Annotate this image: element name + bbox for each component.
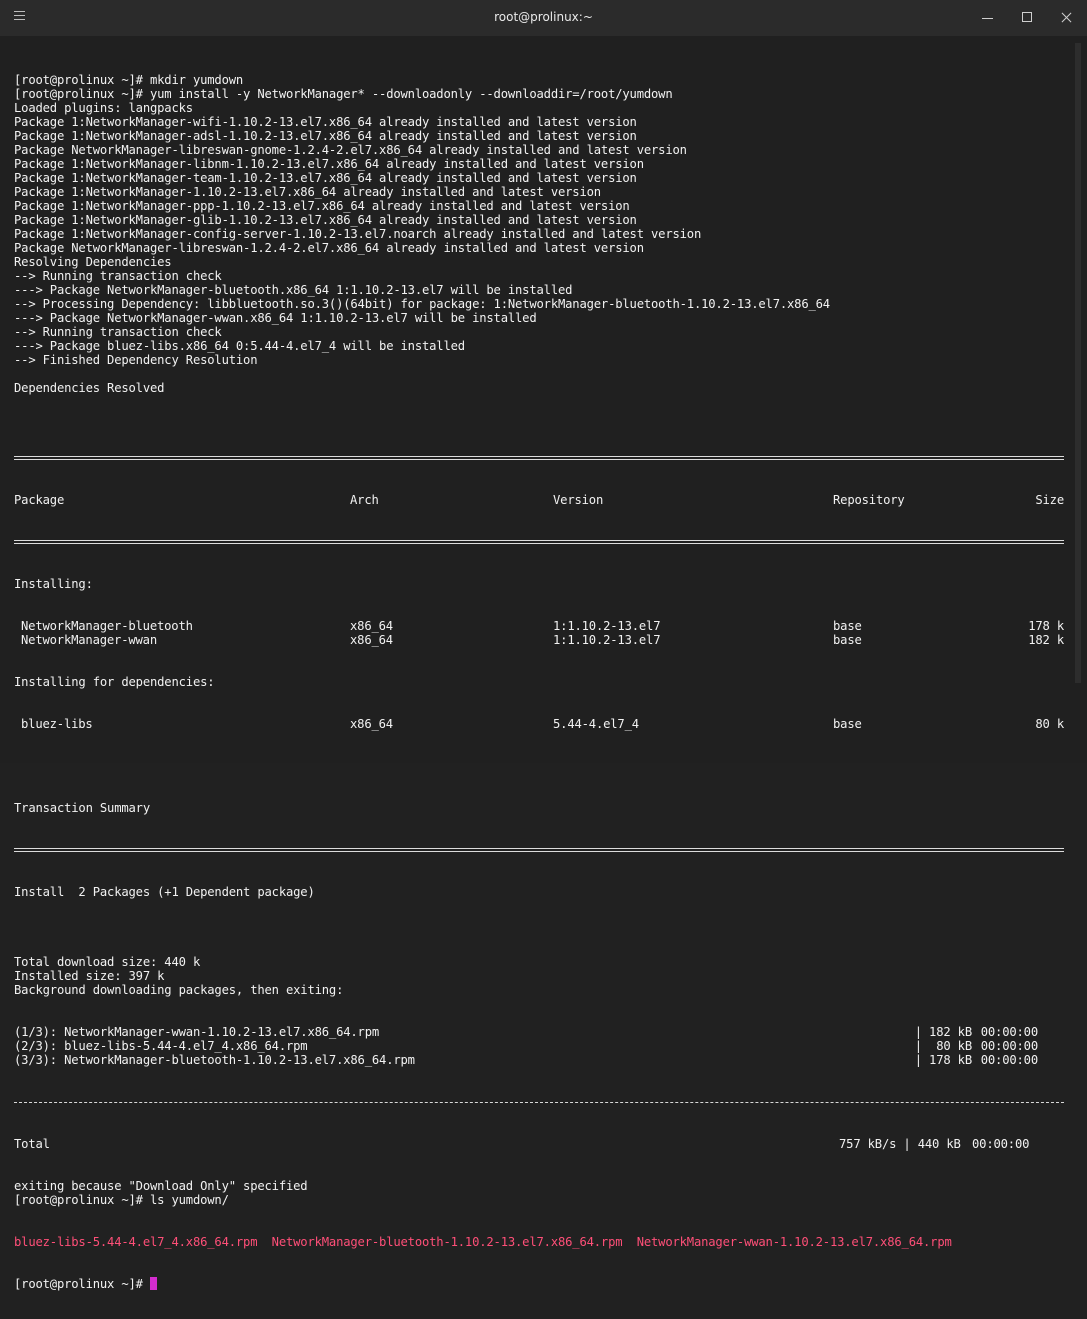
total-time: 00:00:00 — [972, 1137, 1030, 1151]
download-size: | 80 kB — [914, 1039, 972, 1053]
terminal-line: Dependencies Resolved — [14, 381, 165, 395]
terminal-line: exiting because "Download Only" specifie… — [14, 1179, 308, 1193]
header-package: Package — [14, 493, 65, 507]
package-version: 1:1.10.2-13.el7 — [553, 633, 661, 647]
terminal-line: Background downloading packages, then ex… — [14, 983, 344, 997]
terminal-window: root@prolinux:~ [root@prolinux ~]# mkdir… — [0, 0, 1087, 1291]
package-arch: x86_64 — [350, 717, 393, 731]
package-repository: base — [833, 717, 862, 731]
dependencies-table: bluez-libs x86_64 5.44-4.el7_4 base 80 k — [14, 717, 1064, 731]
terminal-line: ---> Package NetworkManager-wwan.x86_64 … — [14, 311, 537, 325]
download-time: 00:00:00 — [980, 1025, 1038, 1039]
package-version: 1:1.10.2-13.el7 — [553, 619, 661, 633]
dependencies-label: Installing for dependencies: — [14, 675, 215, 689]
terminal-line: Loaded plugins: langpacks — [14, 101, 193, 115]
installing-label: Installing: — [14, 577, 93, 591]
progress-divider — [14, 1095, 1064, 1109]
table-header-rule — [14, 535, 1064, 549]
terminal-output[interactable]: [root@prolinux ~]# mkdir yumdown [root@pr… — [14, 45, 1064, 1291]
total-label: Total — [14, 1137, 50, 1151]
terminal-line: ---> Package bluez-libs.x86_64 0:5.44-4.… — [14, 339, 465, 353]
package-name: NetworkManager-wwan — [21, 633, 157, 647]
download-time: 00:00:00 — [980, 1053, 1038, 1067]
installing-table: NetworkManager-bluetooth x86_64 1:1.10.2-1… — [14, 619, 1064, 647]
ls-output: bluez-libs-5.44-4.el7_4.x86_64.rpm Netwo… — [14, 1235, 952, 1249]
terminal-line: Package 1:NetworkManager-glib-1.10.2-13.… — [14, 213, 637, 227]
download-row: (3/3): NetworkManager-bluetooth-1.10.2-1… — [14, 1053, 1064, 1067]
download-row: (2/3): bluez-libs-5.44-4.el7_4.x86_64.rp… — [14, 1039, 1064, 1053]
terminal-line: [root@prolinux ~]# yum install -y Networ… — [14, 87, 673, 101]
table-row: bluez-libs x86_64 5.44-4.el7_4 base 80 k — [14, 717, 1064, 731]
terminal-line: Package NetworkManager-libreswan-1.2.4-2… — [14, 241, 644, 255]
download-size: | 182 kB — [914, 1025, 972, 1039]
terminal-line: Installed size: 397 k — [14, 969, 165, 983]
package-size: 80 k — [1035, 717, 1064, 731]
header-version: Version — [553, 493, 604, 507]
command-tail: exiting because "Download Only" specifie… — [14, 1179, 1064, 1207]
terminal-line: Package 1:NetworkManager-config-server-1… — [14, 227, 702, 241]
terminal-line: [root@prolinux ~]# ls yumdown/ — [14, 1193, 229, 1207]
download-summary: Total download size: 440 k Installed size… — [14, 941, 1064, 997]
vertical-scrollbar[interactable] — [1075, 43, 1081, 683]
package-arch: x86_64 — [350, 633, 393, 647]
minimize-button[interactable] — [979, 9, 997, 27]
header-size: Size — [1035, 493, 1064, 507]
terminal-line: --> Running transaction check — [14, 325, 222, 339]
terminal-line: Total download size: 440 k — [14, 955, 201, 969]
table-header-row: Package Arch Version Repository Size — [14, 493, 1064, 507]
download-file: (1/3): NetworkManager-wwan-1.10.2-13.el7… — [14, 1025, 380, 1039]
header-arch: Arch — [350, 493, 379, 507]
terminal-line: ---> Package NetworkManager-bluetooth.x8… — [14, 283, 573, 297]
close-button[interactable] — [1058, 9, 1076, 27]
terminal-line: Resolving Dependencies — [14, 255, 172, 269]
package-version: 5.44-4.el7_4 — [553, 717, 639, 731]
terminal-line: Package 1:NetworkManager-ppp-1.10.2-13.e… — [14, 199, 630, 213]
package-name: NetworkManager-bluetooth — [21, 619, 193, 633]
terminal-line: Package 1:NetworkManager-libnm-1.10.2-13… — [14, 157, 644, 171]
download-file: (3/3): NetworkManager-bluetooth-1.10.2-1… — [14, 1053, 415, 1067]
download-time: 00:00:00 — [980, 1039, 1038, 1053]
terminal-line: --> Processing Dependency: libbluetooth.… — [14, 297, 830, 311]
terminal-line: Package 1:NetworkManager-team-1.10.2-13.… — [14, 171, 637, 185]
terminal-line: Package 1:NetworkManager-wifi-1.10.2-13.… — [14, 115, 637, 129]
terminal-line: --> Finished Dependency Resolution — [14, 353, 258, 367]
terminal-line: [root@prolinux ~]# mkdir yumdown — [14, 73, 244, 87]
shell-prompt: [root@prolinux ~]# — [14, 1277, 150, 1291]
maximize-button[interactable] — [1019, 9, 1037, 27]
package-repository: base — [833, 619, 862, 633]
total-speed-size: 757 kB/s | 440 kB — [839, 1137, 961, 1151]
title-bar: root@prolinux:~ — [0, 0, 1087, 36]
package-name: bluez-libs — [21, 717, 93, 731]
summary-rule — [14, 843, 1064, 857]
package-arch: x86_64 — [350, 619, 393, 633]
table-row: NetworkManager-bluetooth x86_64 1:1.10.2-1… — [14, 619, 1064, 633]
terminal-line: Package NetworkManager-libreswan-gnome-1… — [14, 143, 687, 157]
terminal-line: --> Running transaction check — [14, 269, 222, 283]
total-row: Total 757 kB/s | 440 kB 00:00:00 — [14, 1137, 1064, 1151]
package-size: 178 k — [1028, 619, 1064, 633]
command-output: [root@prolinux ~]# mkdir yumdown [root@pr… — [14, 73, 1064, 409]
transaction-summary-label: Transaction Summary — [14, 801, 150, 815]
header-repository: Repository — [833, 493, 905, 507]
download-progress-list: (1/3): NetworkManager-wwan-1.10.2-13.el7… — [14, 1025, 1064, 1067]
download-file: (2/3): bluez-libs-5.44-4.el7_4.x86_64.rp… — [14, 1039, 308, 1053]
package-repository: base — [833, 633, 862, 647]
prompt-line[interactable]: [root@prolinux ~]# — [14, 1277, 1064, 1291]
download-size: | 178 kB — [914, 1053, 972, 1067]
table-row: NetworkManager-wwan x86_64 1:1.10.2-13.el7… — [14, 633, 1064, 647]
terminal-line: Package 1:NetworkManager-1.10.2-13.el7.x… — [14, 185, 601, 199]
download-row: (1/3): NetworkManager-wwan-1.10.2-13.el7… — [14, 1025, 1064, 1039]
window-title: root@prolinux:~ — [494, 10, 593, 24]
table-top-rule — [14, 451, 1064, 465]
terminal-line: Package 1:NetworkManager-adsl-1.10.2-13.… — [14, 129, 637, 143]
package-size: 182 k — [1028, 633, 1064, 647]
terminal-cursor — [150, 1277, 157, 1290]
install-count-line: Install 2 Packages (+1 Dependent package… — [14, 885, 315, 899]
